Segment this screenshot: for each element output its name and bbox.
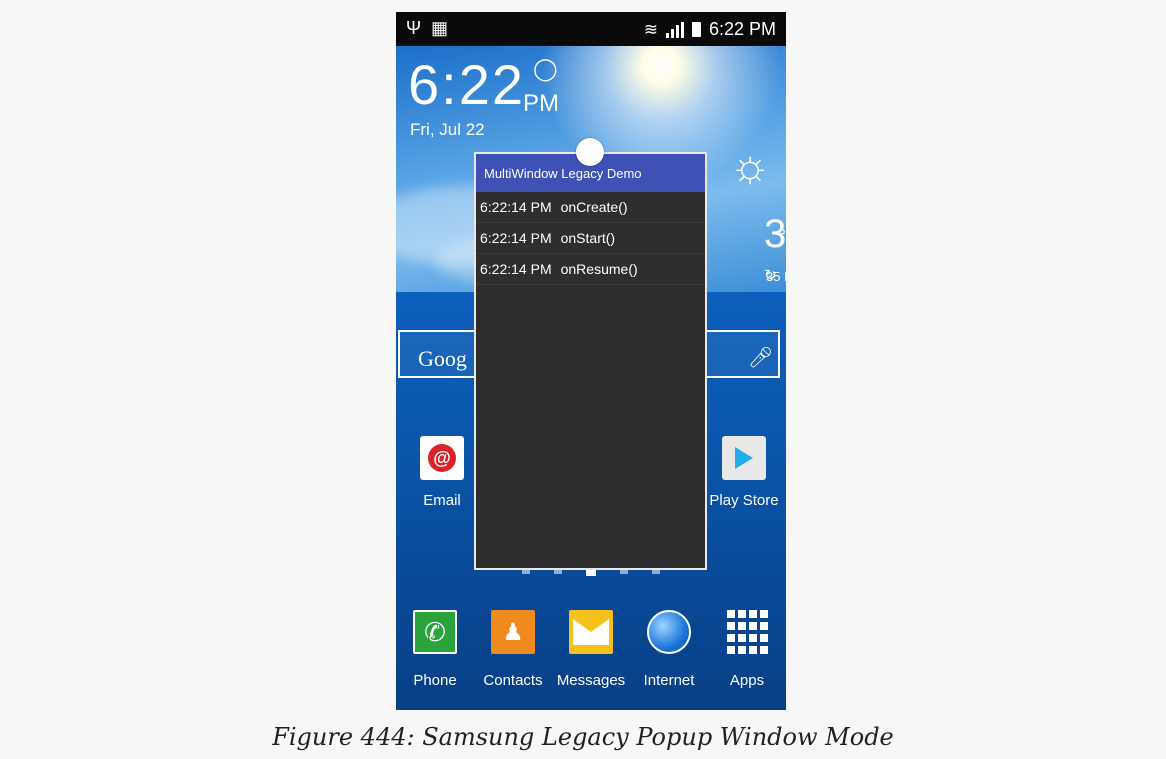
- log-event: onCreate(): [560, 199, 628, 215]
- sun-icon: ☼: [729, 139, 772, 191]
- google-logo: Goog: [418, 346, 467, 371]
- dock-internet[interactable]: Internet: [630, 610, 708, 689]
- no-sim-icon: ▦: [431, 18, 459, 38]
- log-row: 6:22:14 PM onCreate(): [476, 192, 705, 223]
- alarm-icon: ◯: [533, 56, 558, 81]
- clock-ampm: PM: [523, 90, 559, 117]
- log-event: onResume(): [560, 261, 638, 277]
- dock-label: Apps: [729, 672, 765, 689]
- clock-date: Fri, Jul 22: [410, 120, 485, 139]
- log-event: onStart(): [560, 230, 616, 246]
- app-label: Email: [423, 492, 461, 509]
- dock-messages[interactable]: Messages: [552, 610, 630, 689]
- log-time: 6:22:14 PM: [480, 199, 552, 215]
- signal-icon: [665, 21, 684, 38]
- contacts-icon: ♟: [491, 610, 535, 654]
- popup-window[interactable]: MultiWindow Legacy Demo 6:22:14 PM onCre…: [474, 152, 707, 570]
- email-icon: @: [420, 436, 464, 480]
- microphone-icon[interactable]: 🎤︎: [748, 345, 773, 370]
- app-play-store[interactable]: Play Store: [701, 436, 786, 509]
- dock-apps[interactable]: Apps: [708, 610, 786, 689]
- popup-drag-handle[interactable]: [576, 138, 604, 166]
- usb-icon: Ψ: [406, 18, 432, 38]
- app-label: Play Store: [709, 492, 779, 509]
- log-row: 6:22:14 PM onStart(): [476, 223, 705, 254]
- dock-label: Internet: [643, 672, 695, 689]
- dock-contacts[interactable]: ♟ Contacts: [474, 610, 552, 689]
- page-dot: [652, 570, 660, 574]
- apps-grid-icon: [725, 610, 769, 654]
- play-store-icon: [722, 436, 766, 480]
- dock-phone[interactable]: ✆ Phone: [396, 610, 474, 689]
- battery-icon: [691, 22, 701, 37]
- phone-icon: ✆: [413, 610, 457, 654]
- messages-icon: [569, 610, 613, 654]
- phone-screen: Ψ▦ ≋ 6:22 PM 6:22 ◯ PM Fri, Jul 22 ☼ 3 °…: [396, 12, 786, 710]
- log-row: 6:22:14 PM onResume(): [476, 254, 705, 285]
- globe-icon: [647, 610, 691, 654]
- popup-title: MultiWindow Legacy Demo: [484, 165, 642, 181]
- refresh-icon[interactable]: ↻: [764, 266, 777, 284]
- status-time: 6:22 PM: [708, 19, 776, 39]
- page-dot: [620, 570, 628, 574]
- clock-time: 6:22: [408, 53, 525, 116]
- log-time: 6:22:14 PM: [480, 261, 552, 277]
- status-left-icons: Ψ▦: [406, 18, 458, 39]
- log-time: 6:22:14 PM: [480, 230, 552, 246]
- figure-caption: Figure 444: Samsung Legacy Popup Window …: [272, 723, 894, 751]
- status-bar: Ψ▦ ≋ 6:22 PM: [396, 12, 786, 46]
- dock-label: Phone: [413, 672, 457, 689]
- status-right: ≋ 6:22 PM: [644, 19, 776, 40]
- wifi-icon: ≋: [643, 19, 658, 39]
- page-dot: [522, 570, 530, 574]
- app-email[interactable]: @ Email: [406, 436, 478, 509]
- dock-label: Messages: [556, 672, 626, 689]
- dock-label: Contacts: [483, 672, 543, 689]
- page-dot: [554, 570, 562, 574]
- weather-unit: °C: [778, 226, 786, 248]
- dock: ✆ Phone ♟ Contacts Messages Internet App…: [396, 610, 786, 710]
